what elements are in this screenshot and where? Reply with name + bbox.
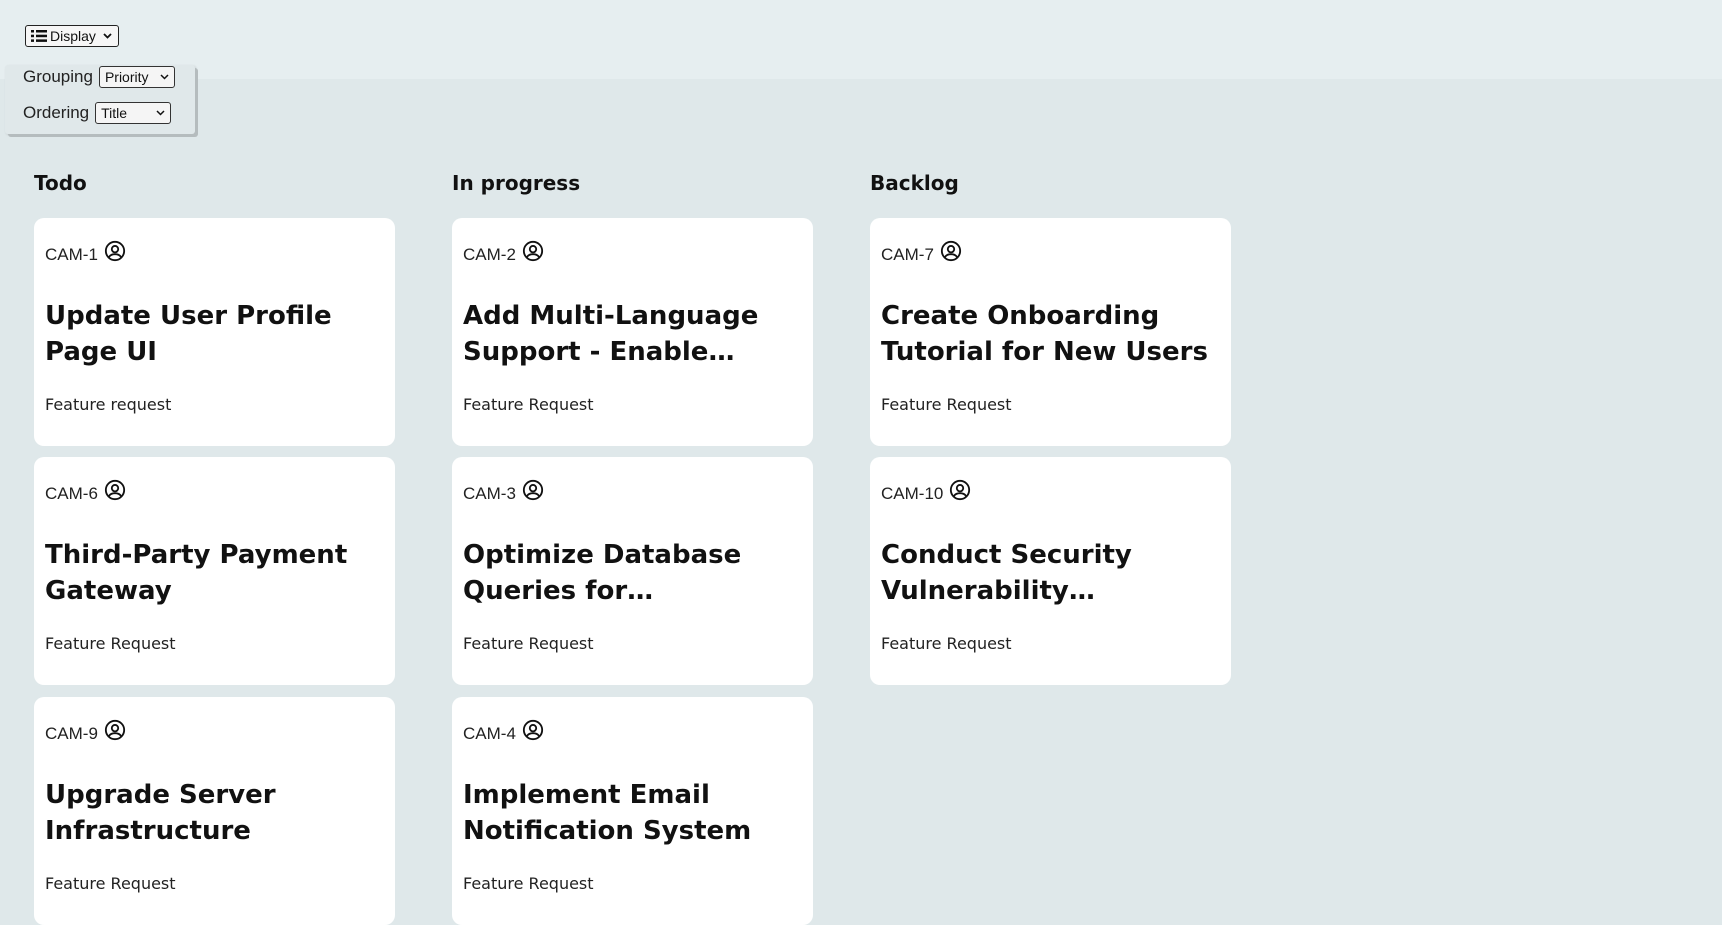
issue-id: CAM-3 [463, 484, 516, 503]
issue-card[interactable]: CAM-6 Third-Party Payment Gateway Featur… [34, 457, 395, 685]
issue-title: Third-Party Payment Gateway [45, 540, 348, 606]
grouping-row: Grouping Priority [23, 66, 175, 88]
user-avatar-icon [522, 479, 543, 501]
issue-card[interactable]: CAM-4 Implement Email Notification Syste… [452, 697, 813, 925]
issue-title: Implement Email Notification System [463, 780, 752, 846]
issue-card[interactable]: CAM-9 Upgrade Server Infrastructure Feat… [34, 697, 395, 925]
grouping-select-value: Priority [104, 69, 149, 85]
column-title-in-progress: In progress [452, 171, 581, 195]
issue-card[interactable]: CAM-3 Optimize Database Queries for Perf… [452, 457, 813, 685]
chevron-down-icon [103, 33, 112, 39]
issue-card[interactable]: CAM-7 Create Onboarding Tutorial for New… [870, 218, 1231, 446]
issue-card[interactable]: CAM-2 Add Multi-Language Support - Enabl… [452, 218, 813, 446]
issue-title: Optimize Database Queries for Performanc… [463, 540, 742, 606]
issue-id: CAM-10 [881, 484, 944, 503]
user-avatar-icon [522, 719, 543, 741]
issue-id: CAM-1 [45, 245, 98, 264]
ordering-select[interactable]: Title [95, 102, 172, 124]
user-avatar-icon [104, 719, 125, 741]
user-avatar-icon [104, 240, 125, 262]
issue-id: CAM-7 [881, 245, 934, 264]
ordering-label: Ordering [23, 103, 90, 122]
display-button[interactable]: Display [25, 25, 119, 47]
chevron-down-icon [156, 110, 165, 116]
list-icon [31, 30, 47, 42]
ordering-select-value: Title [101, 105, 128, 121]
issue-id: CAM-9 [45, 724, 98, 743]
issue-tag: Feature Request [463, 874, 594, 893]
user-avatar-icon [950, 479, 971, 501]
grouping-select[interactable]: Priority [98, 66, 175, 88]
issue-title: Upgrade Server Infrastructure [45, 780, 276, 846]
issue-title: Conduct Security Vulnerability Assessmen… [881, 540, 1132, 606]
display-button-label: Display [50, 28, 96, 44]
column-title-todo: Todo [34, 171, 87, 195]
issue-id-line: CAM-9 [45, 719, 126, 744]
issue-tag: Feature Request [463, 634, 594, 653]
issue-id: CAM-6 [45, 484, 98, 503]
issue-title: Update User Profile Page UI [45, 301, 332, 367]
top-bar [0, 0, 1722, 79]
issue-title: Create Onboarding Tutorial for New Users [881, 301, 1208, 367]
issue-tag: Feature Request [881, 634, 1012, 653]
ordering-row: Ordering Title [23, 102, 172, 124]
user-avatar-icon [940, 240, 961, 262]
issue-card[interactable]: CAM-1 Update User Profile Page UI Featur… [34, 218, 395, 446]
user-avatar-icon [104, 479, 125, 501]
display-options-panel: Grouping Priority Ordering Title [5, 65, 195, 134]
issue-id-line: CAM-4 [463, 719, 544, 744]
issue-id-line: CAM-1 [45, 240, 126, 265]
grouping-label: Grouping [23, 67, 93, 86]
issue-id-line: CAM-3 [463, 479, 544, 504]
issue-card[interactable]: CAM-10 Conduct Security Vulnerability As… [870, 457, 1231, 685]
issue-tag: Feature Request [45, 634, 176, 653]
chevron-down-icon [160, 74, 169, 80]
issue-tag: Feature Request [463, 395, 594, 414]
issue-tag: Feature Request [45, 874, 176, 893]
issue-id-line: CAM-10 [881, 479, 971, 504]
user-avatar-icon [522, 240, 543, 262]
issue-tag: Feature request [45, 395, 172, 414]
issue-title: Add Multi-Language Support - Enable mult… [463, 301, 759, 367]
issue-tag: Feature Request [881, 395, 1012, 414]
issue-id: CAM-2 [463, 245, 516, 264]
issue-id-line: CAM-2 [463, 240, 544, 265]
issue-id: CAM-4 [463, 724, 516, 743]
issue-id-line: CAM-7 [881, 240, 962, 265]
column-title-backlog: Backlog [870, 171, 959, 195]
issue-id-line: CAM-6 [45, 479, 126, 504]
